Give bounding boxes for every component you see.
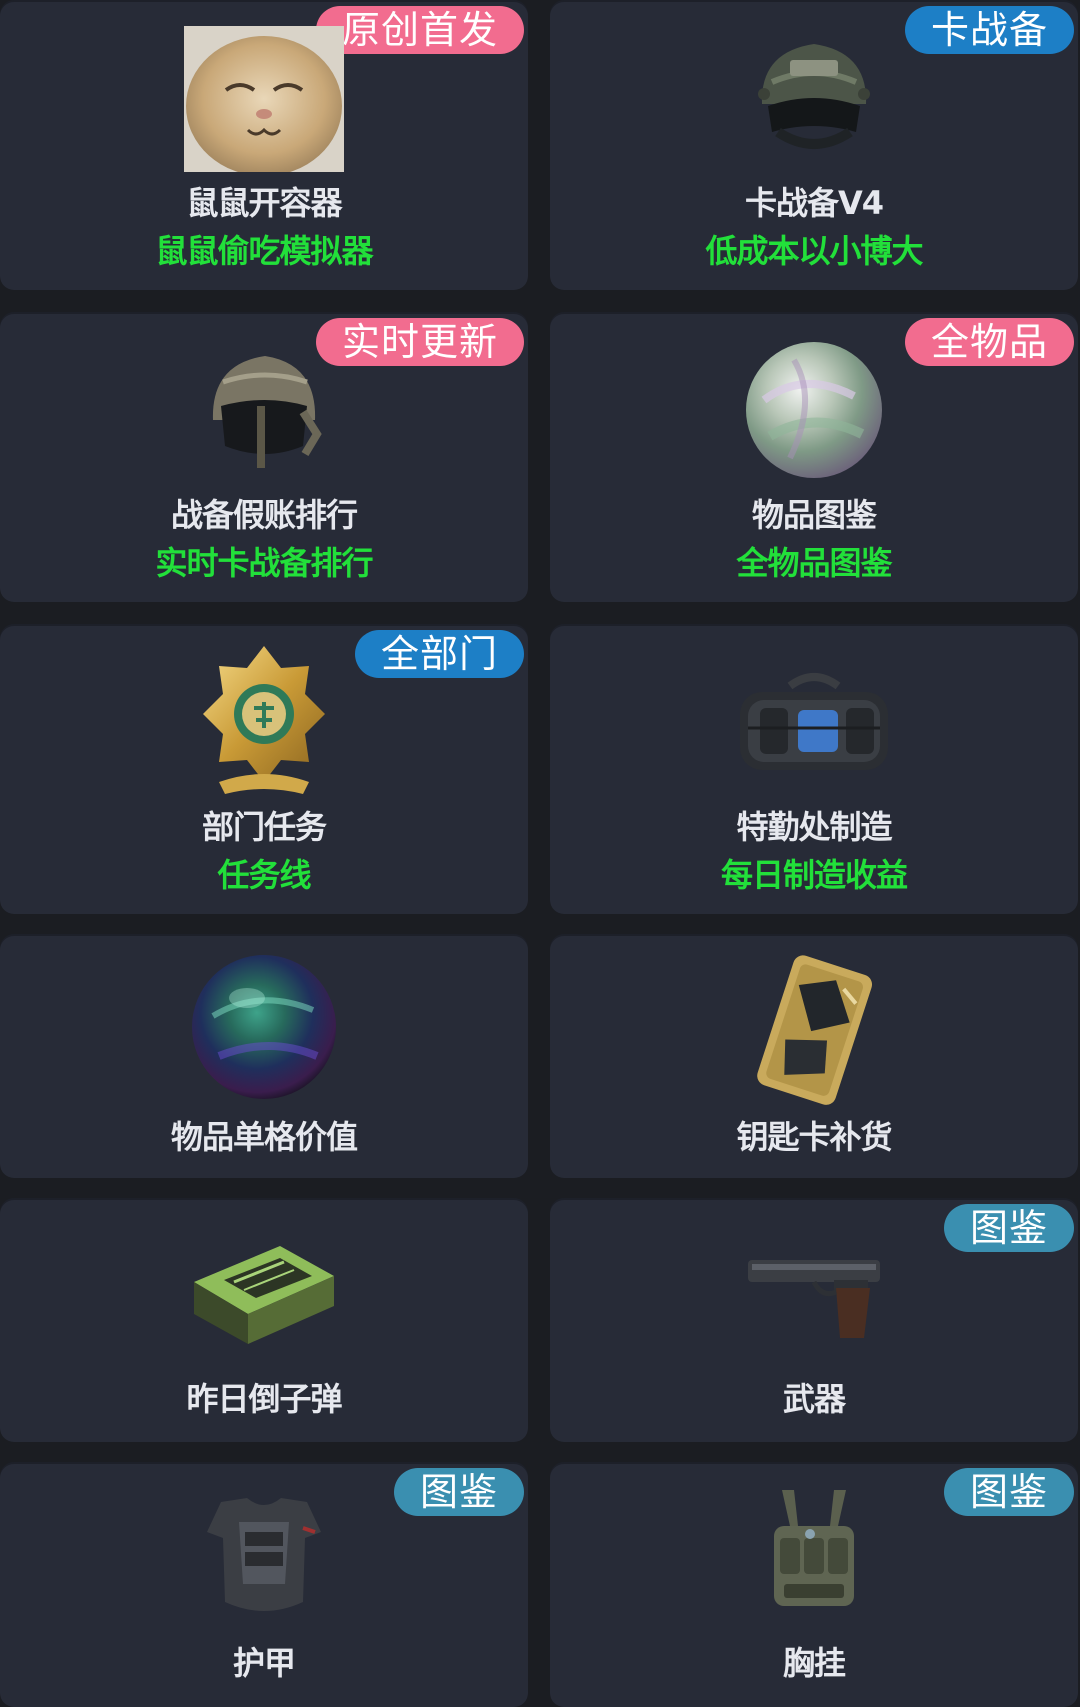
card-title: 特勤处制造: [736, 808, 892, 846]
card-subtitle: 任务线: [217, 856, 311, 894]
iridescent-sphere-icon: [0, 952, 528, 1102]
card-title: 护甲: [232, 1644, 296, 1682]
card-title: 战备假账排行: [170, 496, 358, 534]
cat-face-icon: [0, 26, 528, 172]
card-loadout-v4[interactable]: 卡战备 卡战备V4 低成本以小博大: [550, 0, 1078, 290]
card-item-slot-value[interactable]: 物品单格价值: [0, 934, 528, 1178]
card-subtitle: 鼠鼠偷吃模拟器: [155, 232, 373, 270]
card-title: 卡战备V4: [744, 184, 884, 222]
card-special-ops-crafting[interactable]: 特勤处制造 每日制造收益: [550, 624, 1078, 914]
tactical-helmet-icon: [550, 24, 1078, 164]
card-chest-rig[interactable]: 图鉴 胸挂: [550, 1462, 1078, 1707]
card-subtitle: 全物品图鉴: [736, 544, 892, 582]
card-title: 鼠鼠开容器: [186, 184, 342, 222]
card-loadout-ranking[interactable]: 实时更新 战备假账排行 实时卡战备排行: [0, 312, 528, 602]
body-armor-icon: [0, 1492, 528, 1622]
card-title: 昨日倒子弹: [186, 1380, 342, 1418]
pearl-orb-icon: [550, 340, 1078, 480]
card-item-catalog[interactable]: 全物品 物品图鉴 全物品图鉴: [550, 312, 1078, 602]
card-title: 钥匙卡补货: [736, 1118, 892, 1156]
card-yesterday-ammo[interactable]: 昨日倒子弹: [0, 1198, 528, 1442]
card-title: 部门任务: [201, 808, 327, 846]
card-rat-container[interactable]: 原创首发 鼠鼠开容器 鼠鼠偷吃模拟器: [0, 0, 528, 290]
armored-helmet-icon: [0, 342, 528, 482]
badge-catalog: 图鉴: [943, 1204, 1074, 1252]
keycard-icon: [550, 952, 1078, 1112]
card-body-armor[interactable]: 图鉴 护甲: [0, 1462, 528, 1707]
gold-badge-icon: [0, 642, 528, 802]
card-weapons[interactable]: 图鉴 武器: [550, 1198, 1078, 1442]
card-title: 物品图鉴: [751, 496, 877, 534]
pistol-icon: [550, 1252, 1078, 1342]
card-subtitle: 低成本以小博大: [705, 232, 923, 270]
card-title: 武器: [782, 1380, 846, 1418]
card-title: 胸挂: [782, 1644, 846, 1682]
card-subtitle: 实时卡战备排行: [155, 544, 373, 582]
card-keycard-restock[interactable]: 钥匙卡补货: [550, 934, 1078, 1178]
duffel-bag-icon: [550, 668, 1078, 778]
card-title: 物品单格价值: [170, 1118, 358, 1156]
card-department-tasks[interactable]: 全部门 部门任务 任务线: [0, 624, 528, 914]
ammo-box-icon: [0, 1232, 528, 1352]
card-subtitle: 每日制造收益: [720, 856, 908, 894]
chest-rig-icon: [550, 1486, 1078, 1626]
